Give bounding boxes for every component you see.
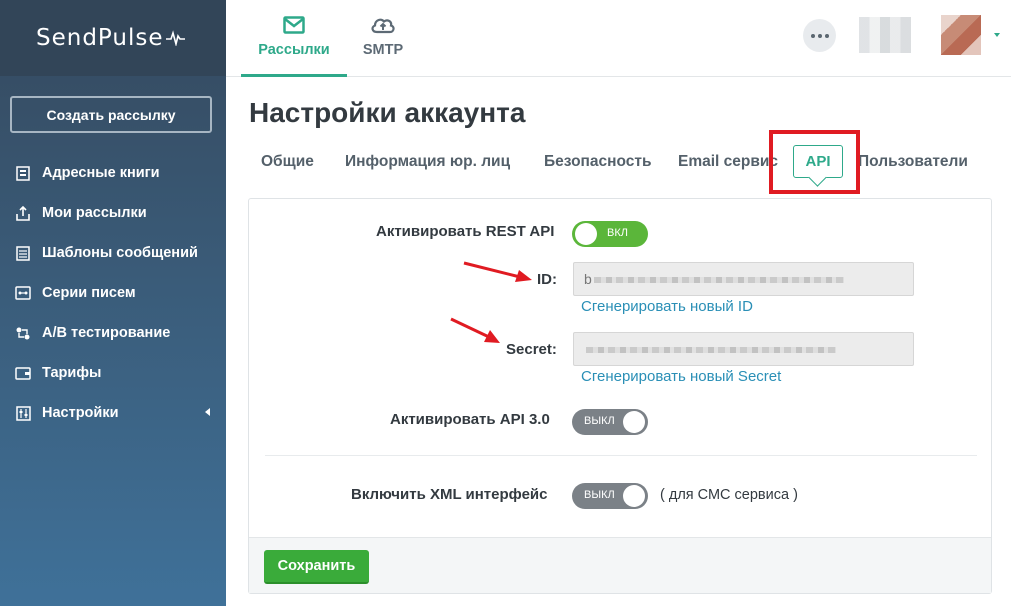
xml-label: Включить XML интерфейс <box>351 486 548 503</box>
tab-label: SMTP <box>362 42 404 58</box>
rest-api-toggle[interactable]: ВКЛ <box>572 221 648 247</box>
tab-legal-info[interactable]: Информация юр. лиц <box>345 153 510 171</box>
id-label: ID: <box>537 271 557 288</box>
toggle-state: ВЫКЛ <box>584 489 615 501</box>
tab-security[interactable]: Безопасность <box>544 153 652 171</box>
api3-label: Активировать API 3.0 <box>390 411 550 428</box>
sidebar-item-series[interactable]: Серии писем <box>0 273 226 313</box>
toggle-knob <box>623 411 645 433</box>
dot <box>817 33 822 38</box>
tab-mailings[interactable]: Рассылки <box>241 0 347 77</box>
api-id-field[interactable]: b <box>573 262 914 296</box>
top-header: Рассылки SMTP <box>226 0 1011 77</box>
save-button[interactable]: Сохранить <box>264 550 369 584</box>
tab-email-service[interactable]: Email сервис <box>678 153 778 171</box>
page-title: Настройки аккаунта <box>249 97 526 128</box>
avatar[interactable] <box>941 15 981 55</box>
xml-note: ( для СМС сервиса ) <box>660 487 798 503</box>
sidebar-item-address-books[interactable]: Адресные книги <box>0 153 226 193</box>
chevron-down-icon[interactable] <box>994 33 1000 37</box>
tab-smtp[interactable]: SMTP <box>348 0 418 77</box>
divider <box>265 455 977 456</box>
sidebar: SendPulse Создать рассылку Адресные книг… <box>0 0 226 606</box>
secret-label: Secret: <box>506 341 557 358</box>
rest-api-label: Активировать REST API <box>376 223 555 240</box>
blurred-value <box>594 277 844 283</box>
cloud-upload-icon <box>371 18 395 34</box>
sidebar-item-label: Шаблоны сообщений <box>42 245 198 261</box>
regenerate-secret-link[interactable]: Сгенерировать новый Secret <box>581 368 781 385</box>
sidebar-item-label: Адресные книги <box>42 165 160 181</box>
sidebar-item-my-mailings[interactable]: Мои рассылки <box>0 193 226 233</box>
caret-left-icon <box>205 408 210 416</box>
sidebar-item-templates[interactable]: Шаблоны сообщений <box>0 233 226 273</box>
api-id-value: b <box>584 271 592 287</box>
more-options-button[interactable] <box>803 19 836 52</box>
series-icon <box>14 285 32 301</box>
xml-toggle[interactable]: ВЫКЛ <box>572 483 648 509</box>
logo-bar: SendPulse <box>0 0 226 76</box>
sidebar-item-label: Серии писем <box>42 285 136 301</box>
settings-icon <box>14 405 32 421</box>
toggle-state: ВКЛ <box>607 227 628 239</box>
api-secret-field[interactable] <box>573 332 914 366</box>
sidebar-nav: Адресные книги Мои рассылки Шаблоны сооб… <box>0 153 226 433</box>
sidebar-item-ab-testing[interactable]: A/B тестирование <box>0 313 226 353</box>
toggle-knob <box>623 485 645 507</box>
regenerate-id-link[interactable]: Сгенерировать новый ID <box>581 298 753 315</box>
api-tab-highlight <box>769 130 860 194</box>
tab-label: Рассылки <box>258 42 330 58</box>
sidebar-item-label: Мои рассылки <box>42 205 147 221</box>
tab-users[interactable]: Пользователи <box>858 153 968 171</box>
tab-general[interactable]: Общие <box>261 153 314 171</box>
toggle-state: ВЫКЛ <box>584 415 615 427</box>
api-settings-panel <box>248 198 992 594</box>
dot <box>824 33 829 38</box>
envelope-icon <box>283 16 305 34</box>
pulse-icon <box>165 30 185 46</box>
settings-tabs: Общие Информация юр. лиц Безопасность Em… <box>248 140 988 184</box>
dots-icon <box>810 33 815 38</box>
ab-test-icon <box>14 325 32 341</box>
api3-toggle[interactable]: ВЫКЛ <box>572 409 648 435</box>
toggle-knob <box>575 223 597 245</box>
wallet-icon <box>14 365 32 381</box>
red-arrow-secret-icon <box>450 317 500 343</box>
sidebar-item-label: Настройки <box>42 405 119 421</box>
blurred-value <box>586 347 836 353</box>
sidebar-item-settings[interactable]: Настройки <box>0 393 226 433</box>
user-name-blurred[interactable] <box>859 17 911 53</box>
create-mailing-button[interactable]: Создать рассылку <box>10 96 212 133</box>
sidebar-item-label: Тарифы <box>42 365 102 381</box>
template-icon <box>14 245 32 261</box>
mailing-icon <box>14 205 32 221</box>
logo[interactable]: SendPulse <box>36 25 164 51</box>
sidebar-item-tariffs[interactable]: Тарифы <box>0 353 226 393</box>
red-arrow-id-icon <box>463 261 532 282</box>
sidebar-item-label: A/B тестирование <box>42 325 171 341</box>
address-book-icon <box>14 165 32 181</box>
